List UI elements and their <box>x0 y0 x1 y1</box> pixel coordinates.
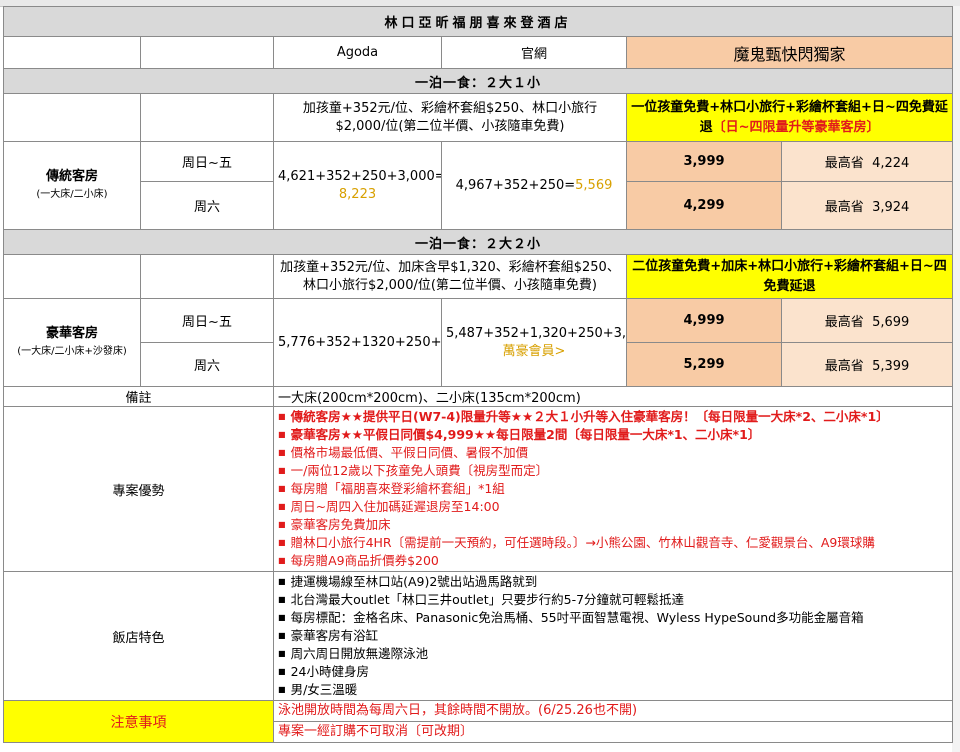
section1-price-saturday[interactable]: 4,299 <box>626 181 782 230</box>
right-edge <box>952 6 960 752</box>
list-item: 周日~周四入住加碼延遲退房至14:00 <box>278 498 948 516</box>
section2-day-weekday[interactable]: 周日~五 <box>140 298 274 343</box>
advantages-label[interactable]: 專案優勢 <box>3 406 274 572</box>
advantages-list: 傳統客房★★提供平日(W7-4)限量升等★★２大１小升等入住豪華客房！〔每日限量… <box>278 408 948 571</box>
section1-promo[interactable]: 一位孩童免費+林口小旅行+彩繪杯套組+日~四免費延退〔日~四限量升等豪華客房〕 <box>625 93 954 142</box>
hotel-title[interactable]: 林口亞昕福朋喜來登酒店 <box>2 6 954 37</box>
agoda-header[interactable]: Agoda <box>273 36 442 69</box>
section1-title[interactable]: 一泊一食：２大１小 <box>2 68 954 94</box>
list-item: 周六周日開放無邊際泳池 <box>278 645 948 663</box>
features-list: 捷運機場線至林口站(A9)2號出站過馬路就到 北台灣最大outlet「林口三井o… <box>278 573 948 700</box>
official-header[interactable]: 官網 <box>441 36 627 69</box>
section2-save-weekday[interactable]: 最高省 5,699 <box>780 298 954 343</box>
section1-room[interactable]: 傳統客房 (一大床/二小床) <box>3 141 141 230</box>
list-item: 24小時健身房 <box>278 663 948 681</box>
empty-cell[interactable] <box>140 254 274 299</box>
section2-room[interactable]: 豪華客房 (一大床/二小床+沙發床) <box>3 298 141 387</box>
section2-promo[interactable]: 二位孩童免費+加床+林口小旅行+彩繪杯套組+日~四免費延退 <box>625 254 954 299</box>
section1-save-saturday[interactable]: 最高省 3,924 <box>780 181 954 230</box>
section2-agoda-note[interactable]: 加孩童+352元/位、加床含早$1,320、彩繪杯套組$250、林口小旅行$2,… <box>273 254 627 299</box>
list-item: 每房贈A9商品折價券$200 <box>278 552 948 570</box>
notice-line-2[interactable]: 專案一經訂購不可取消〔可改期〕 <box>272 721 954 743</box>
save-label: 最高省 <box>824 200 864 215</box>
empty-cell[interactable] <box>140 36 274 69</box>
price-table: 林口亞昕福朋喜來登酒店 Agoda 官網 魔鬼甄快閃獨家 一泊一食：２大１小 加… <box>2 6 954 743</box>
save-label: 最高省 <box>824 315 864 330</box>
list-item: 每房贈「福朋喜來登彩繪杯套組」*1組 <box>278 480 948 498</box>
section1-official-price[interactable]: 4,967+352+250=5,569 <box>441 141 627 230</box>
list-item: 北台灣最大outlet「林口三井outlet」只要步行約5-7分鐘就可輕鬆抵達 <box>278 591 948 609</box>
section1-day-saturday[interactable]: 周六 <box>140 181 274 230</box>
section1-day-weekday[interactable]: 周日~五 <box>140 141 274 182</box>
empty-cell[interactable] <box>3 254 141 299</box>
section2-promo-main: 二位孩童免費+加床+林口小旅行+彩繪杯套組+日~四免費延退 <box>632 258 947 294</box>
save-amount: 5,399 <box>872 359 910 374</box>
section2-room-name: 豪華客房 <box>45 325 98 341</box>
section1-agoda-calc: 4,621+352+250+3,000= <box>278 168 442 184</box>
list-item: 每房標配：金格名床、Panasonic免治馬桶、55吋平面智慧電視、Wyless… <box>278 609 948 627</box>
list-item: 捷運機場線至林口站(A9)2號出站過馬路就到 <box>278 573 948 591</box>
list-item: 價格市場最低價、平假日同價、暑假不加價 <box>278 444 948 462</box>
section2-agoda-price[interactable]: 5,776+352+1320+250+3,000=10,698 <box>273 298 442 387</box>
features-label[interactable]: 飯店特色 <box>3 571 274 701</box>
section1-room-name: 傳統客房 <box>45 168 98 184</box>
section2-save-saturday[interactable]: 最高省 5,399 <box>780 342 954 387</box>
section2-price-saturday[interactable]: 5,299 <box>626 342 782 387</box>
section2-official-calc: 5,487+352+1,320+250+3,000= <box>446 325 627 341</box>
list-item: 一/兩位12歲以下孩童免人頭費〔視房型而定〕 <box>278 462 948 480</box>
save-amount: 5,699 <box>872 315 910 330</box>
list-item: 傳統客房★★提供平日(W7-4)限量升等★★２大１小升等入住豪華客房！〔每日限量… <box>278 408 948 426</box>
empty-cell[interactable] <box>3 93 141 142</box>
spreadsheet: 林口亞昕福朋喜來登酒店 Agoda 官網 魔鬼甄快閃獨家 一泊一食：２大１小 加… <box>0 0 960 752</box>
list-item: 贈林口小旅行4HR〔需提前一天預約，可任選時段。〕→小熊公園、竹林山觀音寺、仁愛… <box>278 534 948 552</box>
section1-price-weekday[interactable]: 3,999 <box>626 141 782 182</box>
features-cell[interactable]: 捷運機場線至林口站(A9)2號出站過馬路就到 北台灣最大outlet「林口三井o… <box>272 571 954 701</box>
section1-save-weekday[interactable]: 最高省 4,224 <box>780 141 954 182</box>
list-item: 豪華客房★★平假日同價$4,999★★每日限量2間〔每日限量一大床*1、二小床*… <box>278 426 948 444</box>
save-amount: 3,924 <box>872 200 910 215</box>
section2-official-price[interactable]: 5,487+352+1,320+250+3,000=10,409<萬豪會員> <box>441 298 627 387</box>
save-amount: 4,224 <box>872 156 910 171</box>
empty-cell[interactable] <box>3 36 141 69</box>
save-label: 最高省 <box>824 156 864 171</box>
list-item: 男/女三溫暖 <box>278 681 948 699</box>
section1-agoda-price[interactable]: 4,621+352+250+3,000= 8,223 <box>273 141 442 230</box>
save-label: 最高省 <box>824 359 864 374</box>
section1-agoda-note[interactable]: 加孩童+352元/位、彩繪杯套組$250、林口小旅行$2,000/位(第二位半價… <box>273 93 627 142</box>
remarks-label[interactable]: 備註 <box>3 386 274 407</box>
section1-official-total: 5,569 <box>575 178 613 193</box>
section2-day-saturday[interactable]: 周六 <box>140 342 274 387</box>
empty-cell[interactable] <box>140 93 274 142</box>
list-item: 豪華客房有浴缸 <box>278 627 948 645</box>
remarks-value[interactable]: 一大床(200cm*200cm)、二小床(135cm*200cm) <box>272 386 954 407</box>
section1-agoda-total: 8,223 <box>338 186 377 202</box>
exclusive-header[interactable]: 魔鬼甄快閃獨家 <box>625 36 954 69</box>
section2-title[interactable]: 一泊一食：２大２小 <box>2 229 954 255</box>
section1-room-sub: (一大床/二小床) <box>36 188 108 200</box>
section1-promo-extra: 〔日~四限量升等豪華客房〕 <box>712 119 880 135</box>
advantages-cell[interactable]: 傳統客房★★提供平日(W7-4)限量升等★★２大１小升等入住豪華客房！〔每日限量… <box>272 406 954 572</box>
notice-line-1[interactable]: 泳池開放時間為每周六日，其餘時間不開放。(6/25.26也不開) <box>272 700 954 722</box>
section2-price-weekday[interactable]: 4,999 <box>626 298 782 343</box>
section1-official-calc: 4,967+352+250= <box>455 178 576 193</box>
section2-room-sub: (一大床/二小床+沙發床) <box>17 345 127 357</box>
notice-label[interactable]: 注意事項 <box>3 700 274 743</box>
list-item: 豪華客房免費加床 <box>278 516 948 534</box>
